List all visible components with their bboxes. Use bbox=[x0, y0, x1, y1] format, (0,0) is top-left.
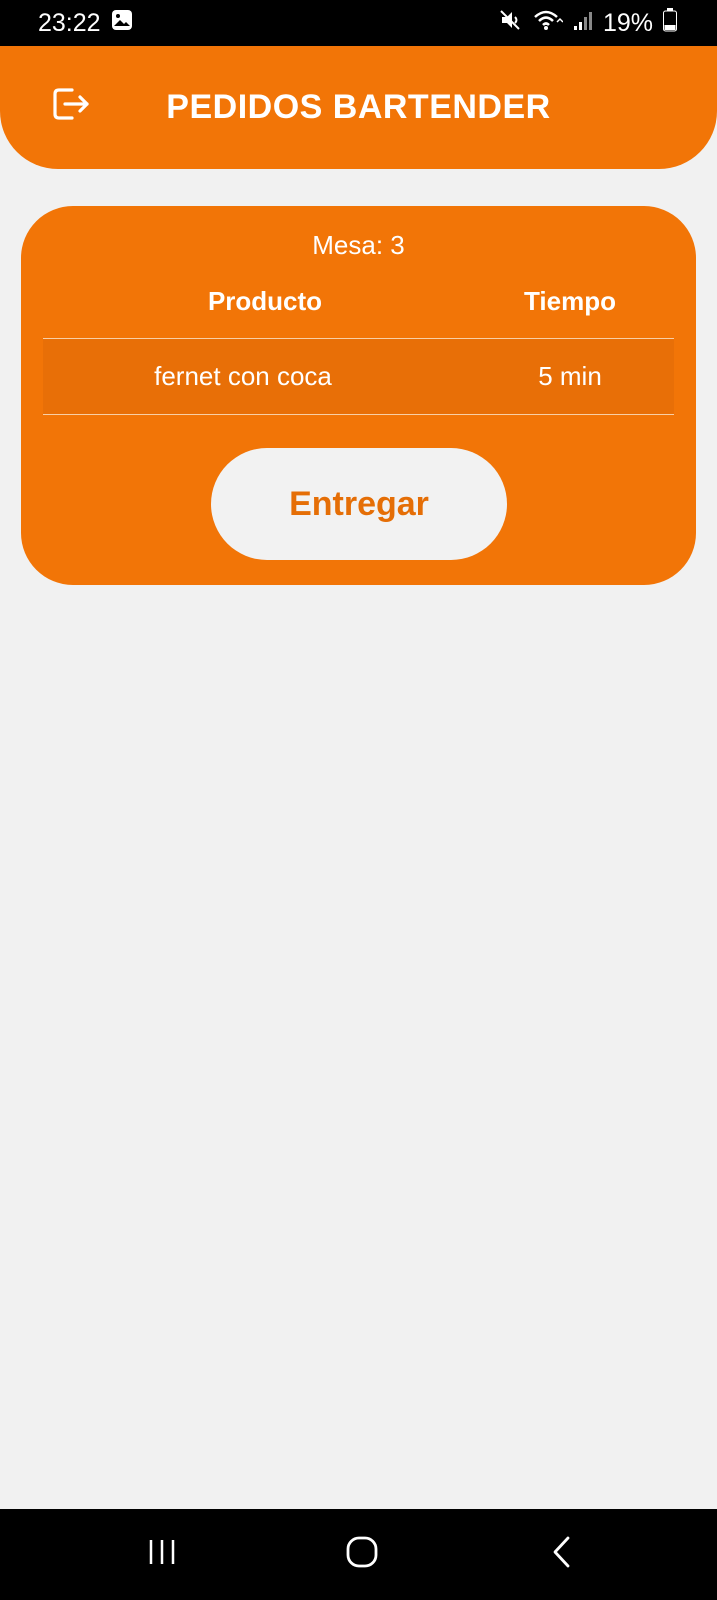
column-header-time: Tiempo bbox=[524, 286, 616, 316]
home-icon bbox=[345, 1535, 379, 1574]
recents-button[interactable] bbox=[140, 1534, 184, 1574]
page-title: PEDIDOS BARTENDER bbox=[166, 88, 551, 126]
wifi-icon bbox=[533, 9, 564, 38]
deliver-button[interactable]: Entregar bbox=[211, 448, 507, 560]
back-button[interactable] bbox=[540, 1534, 584, 1574]
row-product: fernet con coca bbox=[154, 361, 332, 391]
app-header: PEDIDOS BARTENDER bbox=[0, 46, 717, 169]
table-number: Mesa: 3 bbox=[312, 230, 405, 260]
table-row: fernet con coca 5 min bbox=[43, 338, 674, 415]
battery-icon bbox=[663, 7, 677, 39]
mute-icon bbox=[499, 9, 523, 38]
order-card: Mesa: 3 Producto Tiempo fernet con coca … bbox=[21, 206, 696, 585]
back-icon bbox=[550, 1535, 574, 1574]
gallery-icon bbox=[111, 9, 133, 38]
status-left: 23:22 bbox=[38, 9, 133, 38]
status-right: 19% bbox=[499, 7, 677, 39]
signal-icon bbox=[573, 9, 593, 38]
row-time: 5 min bbox=[538, 361, 602, 391]
home-button[interactable] bbox=[340, 1534, 384, 1574]
system-nav-bar bbox=[0, 1509, 717, 1600]
battery-percent: 19% bbox=[602, 8, 653, 37]
status-time: 23:22 bbox=[38, 8, 101, 37]
recents-icon bbox=[147, 1538, 177, 1571]
status-bar: 23:22 19% bbox=[0, 0, 717, 46]
column-header-product: Producto bbox=[207, 286, 323, 316]
